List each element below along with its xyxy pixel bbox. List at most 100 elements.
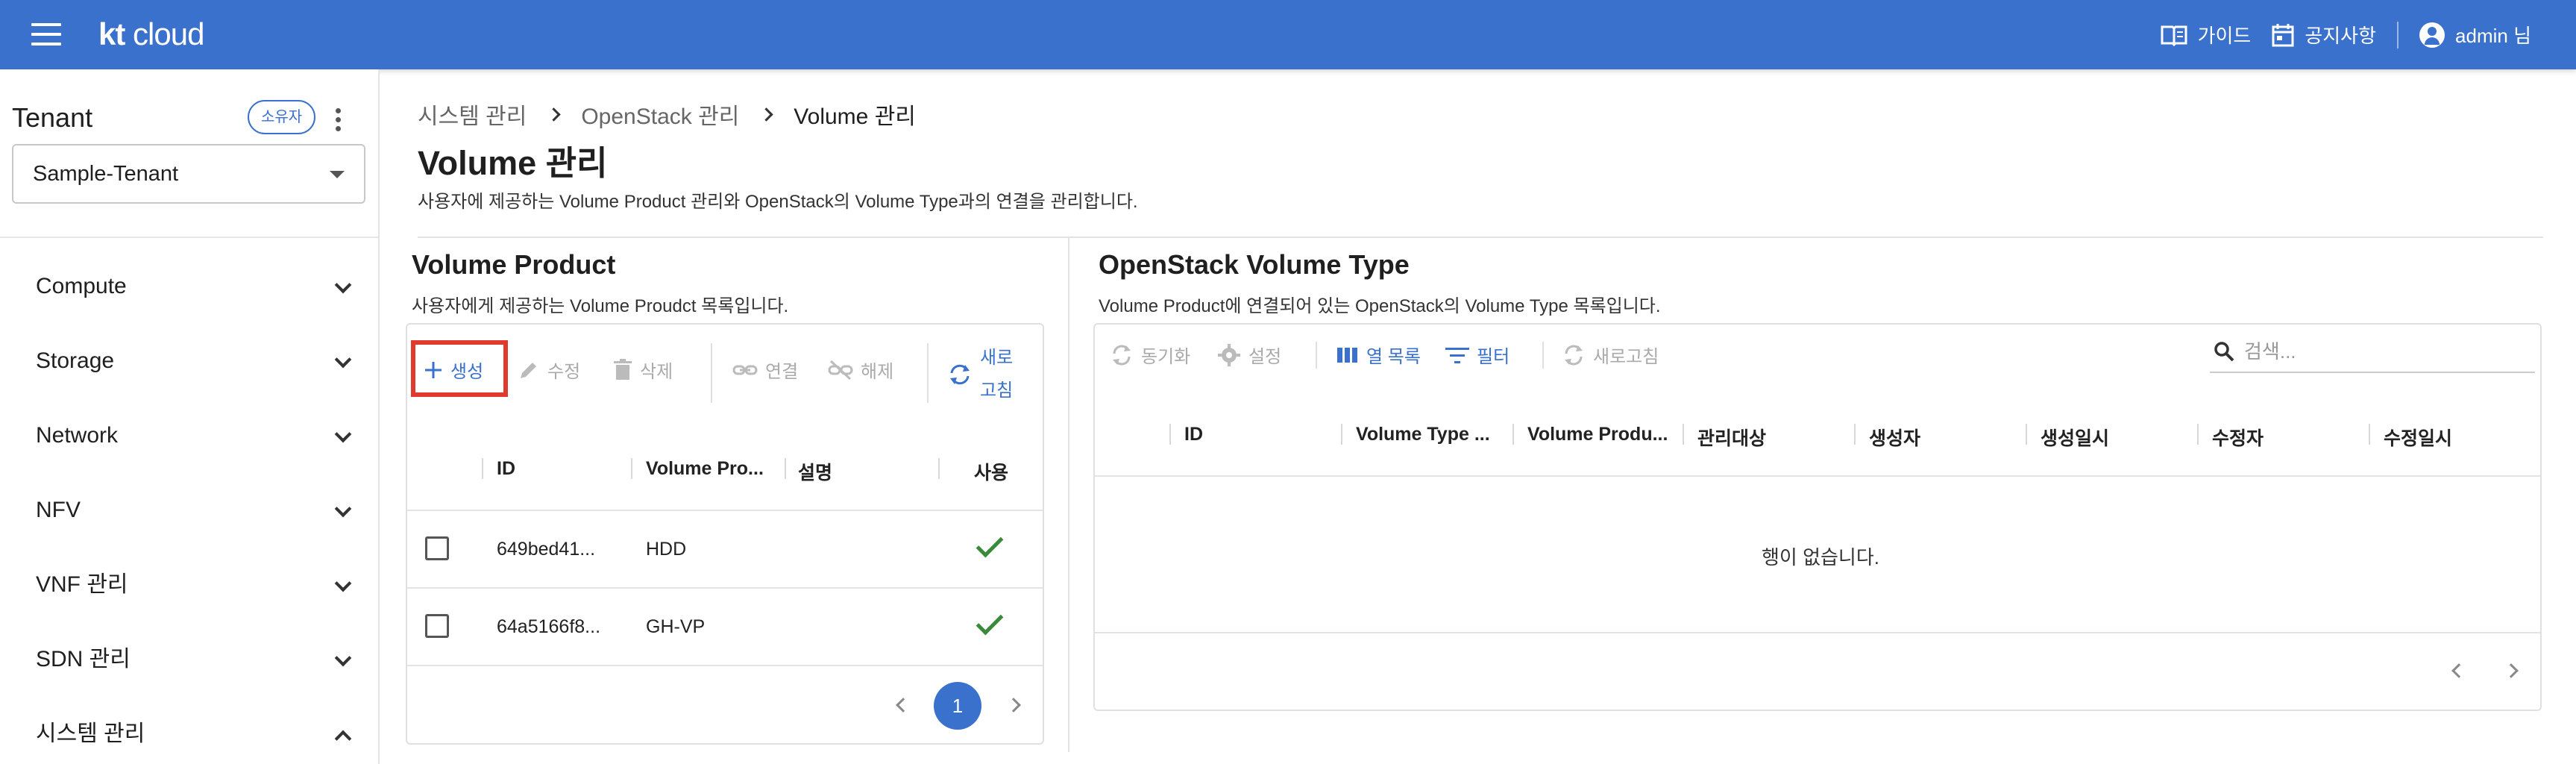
- refresh-label-line2: 고침: [980, 381, 1014, 401]
- sidebar-item-compute[interactable]: Compute: [36, 264, 352, 309]
- notice-link[interactable]: 공지사항: [2272, 21, 2376, 48]
- openstack-volume-type-grid: [1093, 323, 2542, 711]
- sync-button[interactable]: 동기화: [1110, 342, 1190, 368]
- chevron-right-icon: [759, 107, 773, 122]
- trash-icon: [614, 358, 632, 380]
- search-icon: [2214, 342, 2234, 362]
- unlink-button[interactable]: 해제: [828, 357, 893, 383]
- column-header-id[interactable]: ID: [497, 458, 515, 480]
- column-header-created-at[interactable]: 생성일시: [2041, 424, 2109, 451]
- column-separator: [1683, 424, 1684, 445]
- toolbar-divider: [711, 343, 712, 403]
- toolbar-divider: [1316, 342, 1317, 369]
- breadcrumb: 시스템 관리 OpenStack 관리 Volume 관리: [418, 98, 916, 131]
- sidebar-item-label: 시스템 관리: [36, 721, 145, 746]
- kt-cloud-logo[interactable]: kt cloud: [98, 16, 204, 52]
- column-header-modified-at[interactable]: 수정일시: [2384, 424, 2452, 451]
- sidebar-item-label: Storage: [36, 348, 115, 373]
- chevron-down-icon: [334, 574, 352, 592]
- columns-button[interactable]: 열 목록: [1336, 342, 1421, 368]
- sidebar-item-label: SDN 관리: [36, 647, 131, 671]
- link-icon: [732, 365, 758, 375]
- sidebar-item-label: Network: [36, 423, 119, 448]
- columns-label: 열 목록: [1366, 347, 1421, 367]
- search-field[interactable]: [2210, 331, 2535, 373]
- view-column-icon: [1337, 347, 1357, 363]
- main-divider: [418, 237, 2543, 238]
- refresh-icon: [950, 364, 970, 385]
- column-header-modifier[interactable]: 수정자: [2212, 424, 2264, 451]
- edit-button[interactable]: 수정: [518, 357, 580, 383]
- sidebar-item-storage[interactable]: Storage: [36, 339, 352, 383]
- gear-icon: [1218, 343, 1240, 366]
- column-separator: [2369, 424, 2370, 445]
- row-checkbox[interactable]: [425, 614, 449, 638]
- filter-icon: [1445, 347, 1469, 363]
- column-header-volume-product[interactable]: Volume Produ...: [1527, 424, 1668, 445]
- empty-rows-message: 행이 없습니다.: [1762, 546, 1879, 569]
- column-separator: [2026, 424, 2027, 445]
- refresh-button[interactable]: 새로 고침: [947, 342, 1013, 407]
- tenant-select[interactable]: Sample-Tenant: [12, 144, 365, 204]
- breadcrumb-item[interactable]: OpenStack 관리: [581, 98, 739, 131]
- column-header-enabled[interactable]: 사용: [974, 458, 1008, 485]
- user-menu[interactable]: admin 님: [2419, 21, 2531, 48]
- row-id: 64a5166f8...: [497, 616, 601, 637]
- delete-button[interactable]: 삭제: [613, 357, 673, 383]
- row-volume-product: HDD: [646, 539, 687, 560]
- column-separator: [482, 458, 483, 479]
- calendar-icon: [2272, 23, 2294, 46]
- sync-label: 동기화: [1141, 347, 1191, 367]
- column-separator: [785, 458, 786, 479]
- toolbar-divider: [927, 343, 929, 403]
- refresh-label-line1: 새로: [980, 348, 1014, 368]
- page-description: 사용자에 제공하는 Volume Product 관리와 OpenStack의 …: [418, 192, 1138, 212]
- book-icon: [2161, 25, 2187, 46]
- more-vert-icon[interactable]: [336, 108, 343, 134]
- search-input[interactable]: [2244, 337, 2528, 366]
- delete-label: 삭제: [640, 362, 673, 382]
- column-divider: [1068, 237, 1069, 752]
- link-button[interactable]: 연결: [732, 357, 798, 383]
- sidebar-item-label: NFV: [36, 498, 81, 522]
- sidebar-item-system[interactable]: 시스템 관리: [36, 712, 352, 757]
- sidebar-divider: [0, 237, 378, 238]
- guide-link[interactable]: 가이드: [2161, 21, 2251, 48]
- tenant-title: Tenant: [12, 102, 93, 133]
- dropdown-arrow-icon: [330, 171, 345, 178]
- refresh-label: 새로고침: [1593, 347, 1659, 367]
- sidebar-item-vnf[interactable]: VNF 관리: [36, 563, 352, 607]
- table-header-divider: [407, 510, 1043, 511]
- account-icon: [2419, 22, 2445, 48]
- column-separator: [938, 458, 940, 479]
- notice-label: 공지사항: [2305, 25, 2377, 47]
- settings-button[interactable]: 설정: [1217, 342, 1281, 368]
- top-right-actions: 가이드 공지사항 admin 님: [2161, 0, 2531, 69]
- volume-product-description: 사용자에게 제공하는 Volume Proudct 목록입니다.: [412, 296, 789, 316]
- column-header-description[interactable]: 설명: [798, 458, 832, 485]
- column-header-volume-type[interactable]: Volume Type ...: [1356, 424, 1490, 445]
- breadcrumb-item[interactable]: 시스템 관리: [418, 98, 527, 131]
- menu-icon[interactable]: [31, 23, 61, 46]
- column-header-id[interactable]: ID: [1184, 424, 1203, 445]
- column-header-managed[interactable]: 관리대상: [1697, 424, 1766, 451]
- openstack-volume-type-description: Volume Product에 연결되어 있는 OpenStack의 Volum…: [1099, 296, 1661, 316]
- row-divider: [407, 587, 1043, 589]
- sidebar: Tenant 소유자 Sample-Tenant Compute Storage…: [0, 69, 380, 764]
- create-button[interactable]: 생성: [424, 357, 483, 383]
- sidebar-item-network[interactable]: Network: [36, 413, 352, 458]
- column-header-creator[interactable]: 생성자: [1869, 424, 1920, 451]
- chevron-down-icon: [334, 649, 352, 667]
- filter-button[interactable]: 필터: [1445, 342, 1510, 368]
- sidebar-item-sdn[interactable]: SDN 관리: [36, 637, 352, 682]
- logo-cloud-text: cloud: [133, 16, 204, 51]
- column-separator: [1341, 424, 1342, 445]
- refresh-label: 새로 고침: [980, 342, 1013, 407]
- row-checkbox[interactable]: [425, 536, 449, 560]
- sync-icon: [1113, 345, 1131, 365]
- page-button-current[interactable]: 1: [934, 682, 981, 730]
- sidebar-item-nfv[interactable]: NFV: [36, 488, 352, 533]
- column-header-volume-product[interactable]: Volume Pro...: [646, 458, 764, 480]
- refresh-button[interactable]: 새로고침: [1562, 342, 1659, 368]
- tenant-select-value: Sample-Tenant: [33, 162, 179, 186]
